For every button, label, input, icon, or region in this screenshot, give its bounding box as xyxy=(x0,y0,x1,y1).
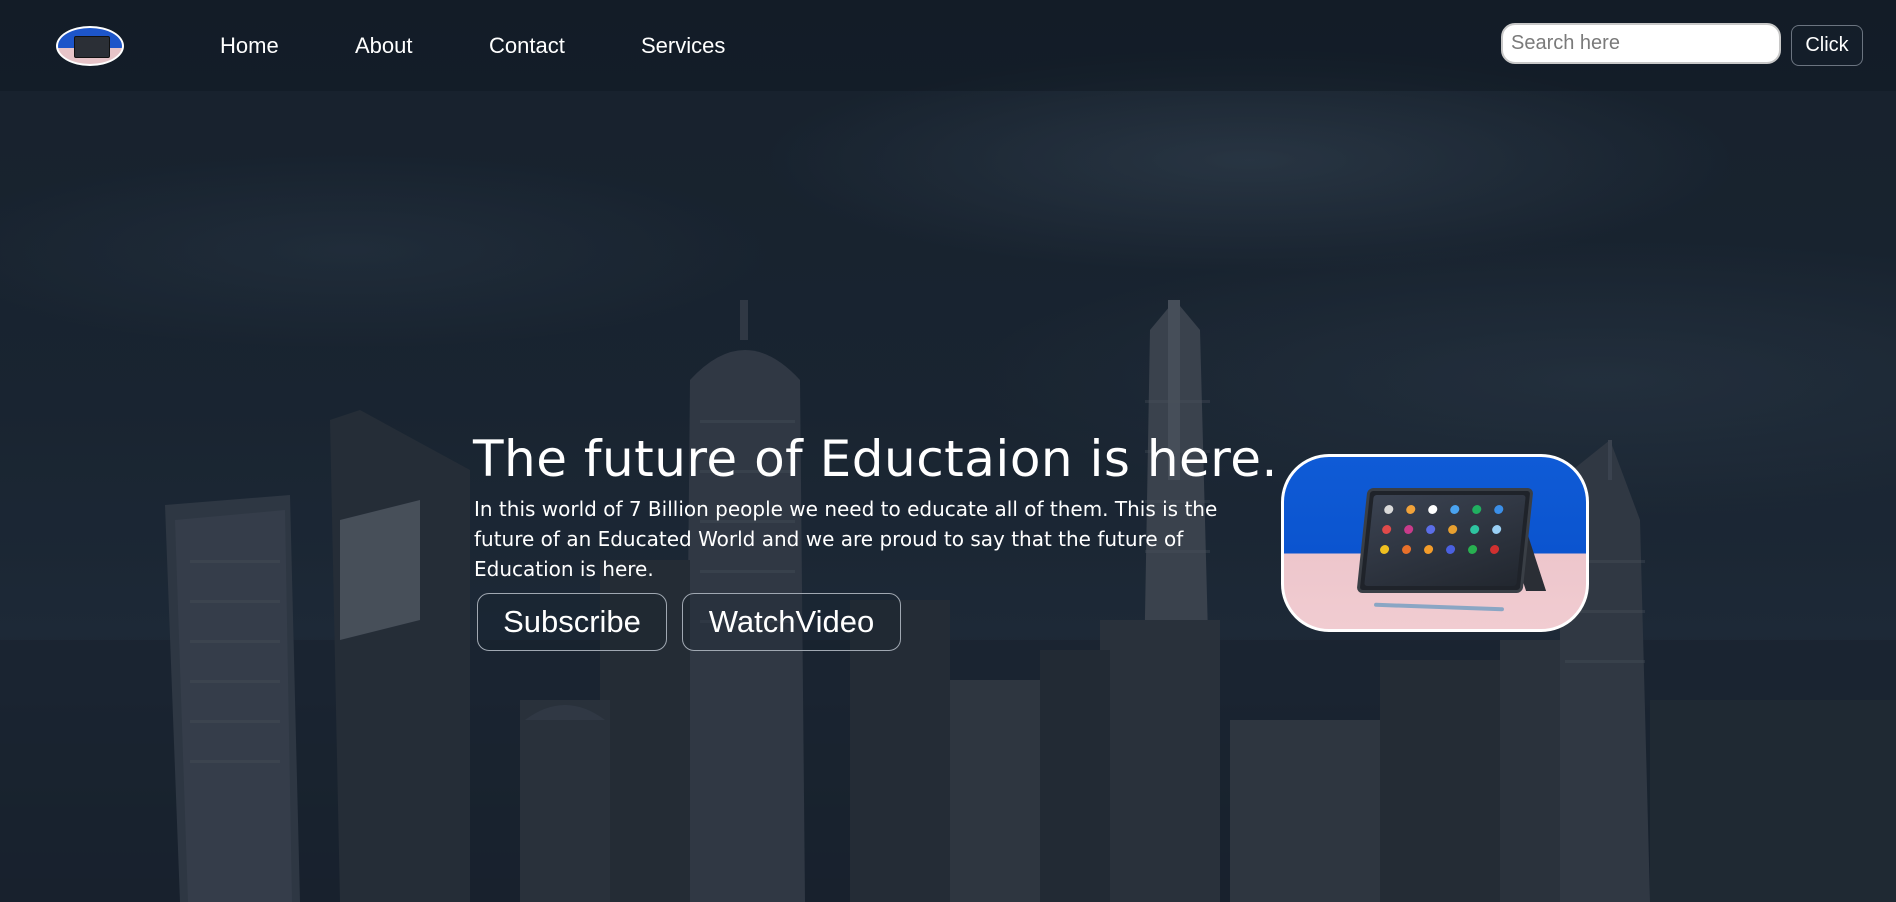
stylus-pen xyxy=(1373,602,1505,612)
nav-link-about[interactable]: About xyxy=(355,33,413,59)
search-input[interactable] xyxy=(1501,23,1781,64)
search-button[interactable]: Click xyxy=(1791,25,1863,66)
hero-description: In this world of 7 Billion people we nee… xyxy=(474,497,1218,581)
tablet-device xyxy=(1356,488,1534,593)
watch-video-button[interactable]: WatchVideo xyxy=(682,593,901,651)
subscribe-button[interactable]: Subscribe xyxy=(477,593,667,651)
hero-title: The future of Eductaion is here. xyxy=(473,430,1278,488)
tablet-screen xyxy=(1364,495,1526,586)
nav-link-contact[interactable]: Contact xyxy=(489,33,565,59)
navbar: Home About Contact Services Click xyxy=(0,0,1896,91)
nav-link-services[interactable]: Services xyxy=(641,33,725,59)
logo-image[interactable] xyxy=(56,26,124,66)
tablet-thumbnail-icon xyxy=(74,36,110,58)
nav-link-home[interactable]: Home xyxy=(220,33,279,59)
tablet-image xyxy=(1281,454,1589,632)
